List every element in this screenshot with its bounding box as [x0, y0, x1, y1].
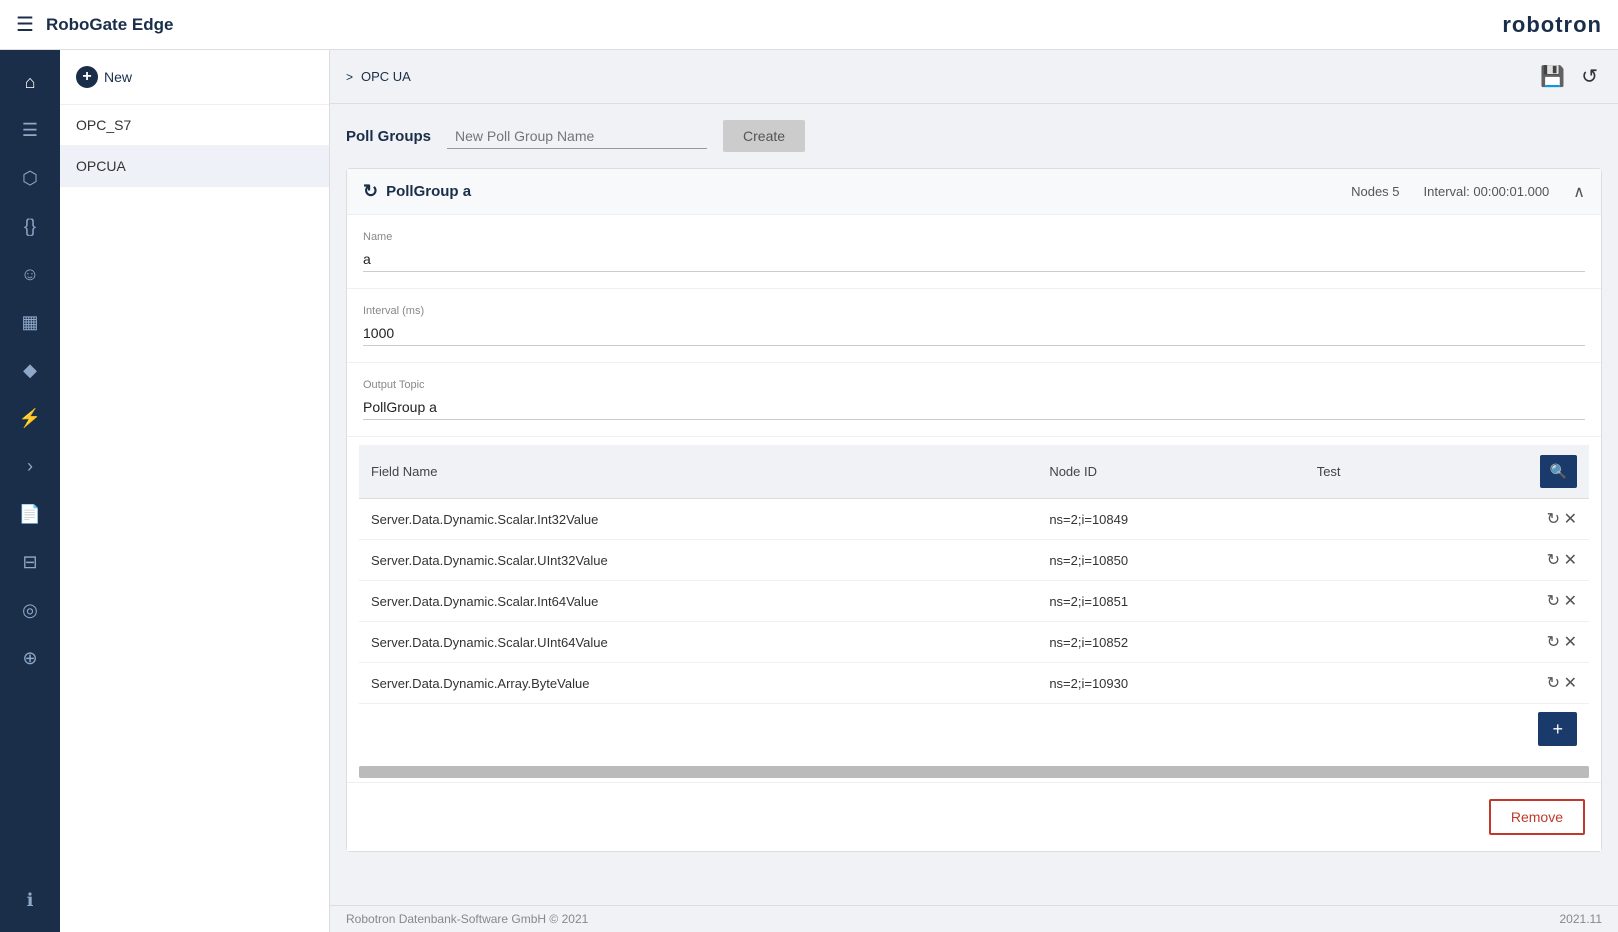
left-panel-header: + New	[60, 50, 329, 105]
table-row: Server.Data.Dynamic.Scalar.Int64Value ns…	[359, 581, 1589, 622]
refresh-row-button[interactable]: ↻	[1547, 632, 1560, 652]
remove-row-button[interactable]: ✕	[1564, 550, 1577, 570]
content-area: > OPC UA 💾 ↺ Poll Groups Create ↻ PollGr…	[330, 50, 1618, 932]
footer: Robotron Datenbank-Software GmbH © 2021 …	[330, 905, 1618, 932]
list-item-opcua[interactable]: OPCUA	[60, 146, 329, 187]
add-node-button[interactable]: +	[1538, 712, 1577, 746]
content-scroll: Poll Groups Create ↻ PollGroup a Nodes 5…	[330, 104, 1618, 905]
restore-button[interactable]: ↺	[1577, 60, 1602, 93]
sidebar-item-stack[interactable]: ⊕	[10, 638, 50, 678]
cell-node-id: ns=2;i=10849	[1037, 499, 1304, 540]
refresh-row-button[interactable]: ↻	[1547, 509, 1560, 529]
topbar: ☰ RoboGate Edge robotron	[0, 0, 1618, 50]
poll-group-name: PollGroup a	[386, 183, 471, 200]
logo: robotron	[1502, 12, 1602, 38]
sidebar-item-chart[interactable]: ⚡	[10, 398, 50, 438]
poll-card: ↻ PollGroup a Nodes 5 Interval: 00:00:01…	[346, 168, 1602, 852]
remove-row-button[interactable]: ✕	[1564, 632, 1577, 652]
col-field-name: Field Name	[359, 445, 1037, 499]
refresh-row-button[interactable]: ↻	[1547, 591, 1560, 611]
sidebar-item-target[interactable]: ◎	[10, 590, 50, 630]
sidebar-item-home[interactable]: ⌂	[10, 62, 50, 102]
cell-test	[1305, 663, 1429, 704]
sidebar-item-info[interactable]: ℹ	[10, 880, 50, 920]
poll-groups-label: Poll Groups	[346, 128, 431, 145]
cell-test	[1305, 622, 1429, 663]
cell-test	[1305, 540, 1429, 581]
sidebar-item-diamond[interactable]: ◆	[10, 350, 50, 390]
table-row: Server.Data.Dynamic.Scalar.Int32Value ns…	[359, 499, 1589, 540]
cell-node-id: ns=2;i=10852	[1037, 622, 1304, 663]
cell-field-name: Server.Data.Dynamic.Array.ByteValue	[359, 663, 1037, 704]
col-actions: 🔍	[1429, 445, 1589, 499]
horizontal-scrollbar[interactable]	[359, 766, 1589, 778]
breadcrumb: > OPC UA 💾 ↺	[330, 50, 1618, 104]
remove-row-button[interactable]: ✕	[1564, 673, 1577, 693]
col-test: Test	[1305, 445, 1429, 499]
app-title: RoboGate Edge	[46, 15, 174, 35]
remove-row-button[interactable]: ✕	[1564, 591, 1577, 611]
search-button[interactable]: 🔍	[1540, 455, 1577, 488]
breadcrumb-chevron-icon: >	[346, 70, 353, 84]
node-table: Field Name Node ID Test 🔍 Server.Data.Dy…	[359, 445, 1589, 704]
name-field-section: Name a	[347, 215, 1601, 289]
hamburger-icon[interactable]: ☰	[16, 12, 34, 37]
poll-interval-text: Interval: 00:00:01.000	[1424, 184, 1550, 199]
sidebar-item-sliders[interactable]: ☰	[10, 110, 50, 150]
cell-test	[1305, 499, 1429, 540]
cell-field-name: Server.Data.Dynamic.Scalar.Int64Value	[359, 581, 1037, 622]
col-node-id: Node ID	[1037, 445, 1304, 499]
create-button[interactable]: Create	[723, 120, 805, 152]
output-topic-value[interactable]: PollGroup a	[363, 395, 1585, 420]
table-row: Server.Data.Dynamic.Array.ByteValue ns=2…	[359, 663, 1589, 704]
cell-field-name: Server.Data.Dynamic.Scalar.Int32Value	[359, 499, 1037, 540]
poll-card-header: ↻ PollGroup a Nodes 5 Interval: 00:00:01…	[347, 169, 1601, 215]
interval-label: Interval (ms)	[363, 305, 1585, 317]
remove-section: Remove	[347, 782, 1601, 851]
poll-groups-header: Poll Groups Create	[346, 120, 1602, 152]
new-poll-name-input[interactable]	[447, 124, 707, 149]
sidebar-nav: ⌂ ☰ ⬡ {} ☺ ▦ ◆ ⚡ › 📄 ⊟ ◎ ⊕ ℹ	[0, 50, 60, 932]
name-label: Name	[363, 231, 1585, 243]
refresh-row-button[interactable]: ↻	[1547, 673, 1560, 693]
sidebar-item-code[interactable]: {}	[10, 206, 50, 246]
table-row: Server.Data.Dynamic.Scalar.UInt32Value n…	[359, 540, 1589, 581]
new-button-label: New	[104, 69, 132, 85]
interval-field-section: Interval (ms) 1000	[347, 289, 1601, 363]
sidebar-item-share[interactable]: ⬡	[10, 158, 50, 198]
breadcrumb-text: OPC UA	[361, 69, 411, 84]
cell-node-id: ns=2;i=10851	[1037, 581, 1304, 622]
list-item-opc-s7[interactable]: OPC_S7	[60, 105, 329, 146]
cell-node-id: ns=2;i=10930	[1037, 663, 1304, 704]
sidebar-item-layers[interactable]: ⊟	[10, 542, 50, 582]
node-table-section: Field Name Node ID Test 🔍 Server.Data.Dy…	[347, 437, 1601, 762]
refresh-row-button[interactable]: ↻	[1547, 550, 1560, 570]
save-button[interactable]: 💾	[1536, 60, 1569, 93]
cell-field-name: Server.Data.Dynamic.Scalar.UInt64Value	[359, 622, 1037, 663]
poll-card-title: ↻ PollGroup a	[363, 181, 471, 202]
table-row: Server.Data.Dynamic.Scalar.UInt64Value n…	[359, 622, 1589, 663]
cell-field-name: Server.Data.Dynamic.Scalar.UInt32Value	[359, 540, 1037, 581]
sidebar-item-arrow[interactable]: ›	[10, 446, 50, 486]
left-panel: + New OPC_S7 OPCUA	[60, 50, 330, 932]
output-topic-label: Output Topic	[363, 379, 1585, 391]
sidebar-item-person[interactable]: ☺	[10, 254, 50, 294]
new-button[interactable]: + New	[76, 66, 132, 88]
footer-copyright: Robotron Datenbank-Software GmbH © 2021	[346, 912, 588, 926]
sidebar-item-file[interactable]: 📄	[10, 494, 50, 534]
collapse-button[interactable]: ∧	[1573, 182, 1585, 202]
name-value[interactable]: a	[363, 247, 1585, 272]
cell-test	[1305, 581, 1429, 622]
poll-nodes-text: Nodes 5	[1351, 184, 1399, 199]
cell-node-id: ns=2;i=10850	[1037, 540, 1304, 581]
poll-refresh-icon[interactable]: ↻	[363, 181, 378, 202]
output-topic-section: Output Topic PollGroup a	[347, 363, 1601, 437]
interval-value[interactable]: 1000	[363, 321, 1585, 346]
sidebar-item-grid[interactable]: ▦	[10, 302, 50, 342]
remove-row-button[interactable]: ✕	[1564, 509, 1577, 529]
new-button-icon: +	[76, 66, 98, 88]
footer-version: 2021.11	[1560, 912, 1603, 926]
remove-button[interactable]: Remove	[1489, 799, 1585, 835]
